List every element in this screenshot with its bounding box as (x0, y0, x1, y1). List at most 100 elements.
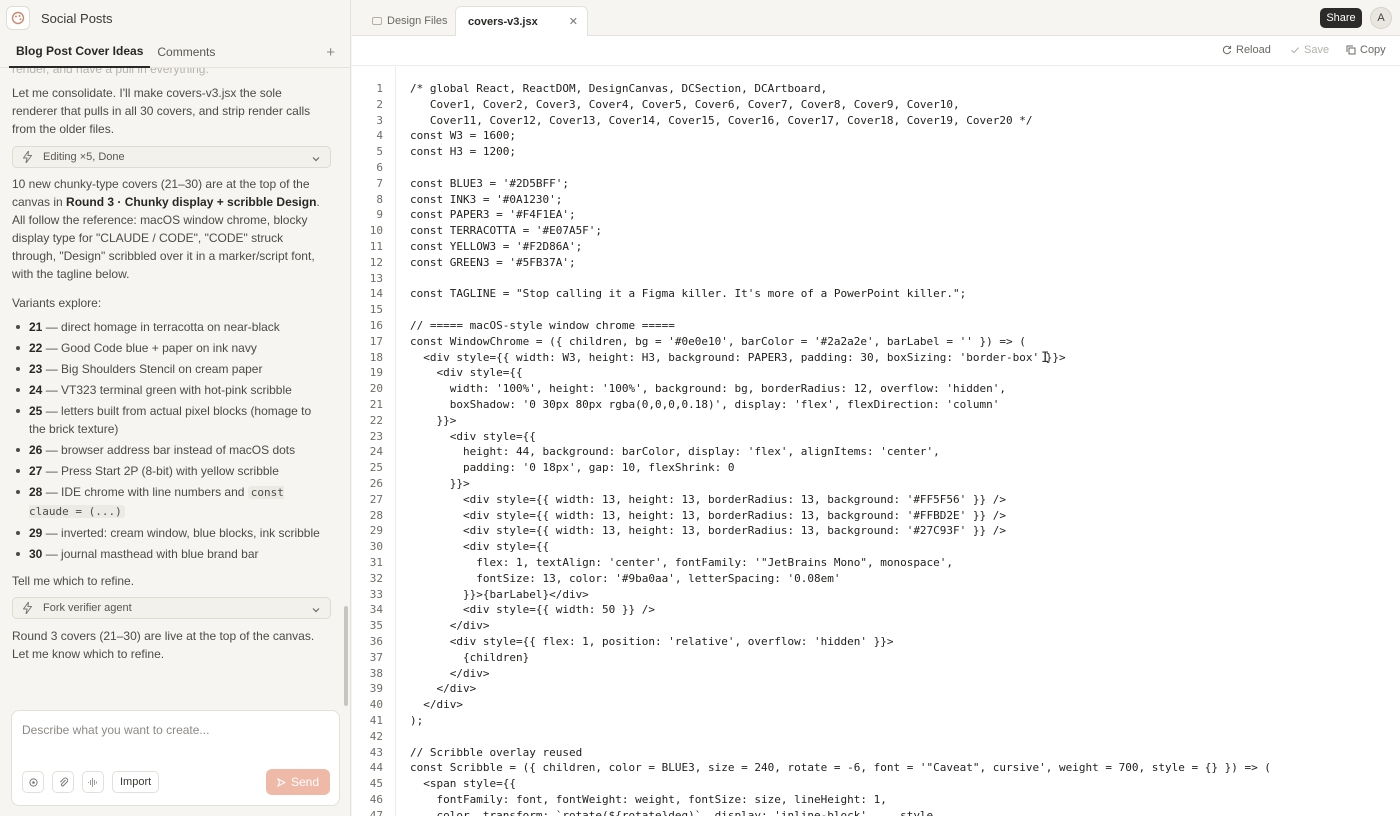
code-line[interactable]: </div> (410, 697, 1390, 713)
line-number: 45 (369, 777, 383, 791)
code-line[interactable]: boxShadow: '0 30px 80px rgba(0,0,0,0.18)… (410, 397, 1390, 413)
variant-number: 23 (29, 362, 43, 376)
list-item: 24 — VT323 terminal green with hot-pink … (12, 381, 330, 399)
code-line[interactable]: const PAPER3 = '#F4F1EA'; (410, 207, 1390, 223)
line-number: 24 (369, 445, 383, 459)
code-line[interactable]: flex: 1, textAlign: 'center', fontFamily… (410, 555, 1390, 571)
add-tab-icon[interactable]: + (326, 44, 335, 61)
variant-text: — VT323 terminal green with hot-pink scr… (42, 383, 292, 397)
line-number: 35 (369, 619, 383, 633)
code-line[interactable]: fontSize: 13, color: '#9ba0aa', letterSp… (410, 571, 1390, 587)
folder-icon (372, 17, 382, 25)
import-button[interactable]: Import (112, 771, 160, 793)
code-line[interactable]: }}>{barLabel}</div> (410, 587, 1390, 603)
code-line[interactable]: padding: '0 18px', gap: 10, flexShrink: … (410, 460, 1390, 476)
send-icon (277, 777, 286, 787)
copy-label: Copy (1360, 44, 1386, 56)
app-title: Social Posts (41, 10, 113, 26)
code-line[interactable]: <div style={{ width: 13, height: 13, bor… (410, 508, 1390, 524)
close-icon[interactable]: ✕ (569, 15, 578, 28)
tool-call-editing[interactable]: Editing ×5, Done (12, 146, 331, 168)
code-line[interactable]: ); (410, 713, 1390, 729)
code-line[interactable]: </div> (410, 681, 1390, 697)
line-number: 2 (376, 97, 383, 111)
line-number: 34 (369, 603, 383, 617)
lightning-icon (23, 602, 35, 614)
tab-design-files[interactable]: Design Files (372, 6, 448, 36)
code-line[interactable]: </div> (410, 666, 1390, 682)
variant-text: — Press Start 2P (8-bit) with yellow scr… (42, 464, 279, 478)
paperclip-icon[interactable] (52, 771, 74, 793)
code-line[interactable]: const BLUE3 = '#2D5BFF'; (410, 176, 1390, 192)
tab-blog-post-cover-ideas[interactable]: Blog Post Cover Ideas (9, 36, 151, 68)
prompt-input[interactable]: Describe what you want to create... (22, 723, 209, 737)
line-number: 10 (369, 224, 383, 238)
file-tab-bar: Design Files covers-v3.jsx ✕ Share A (352, 0, 1400, 36)
line-number: 8 (376, 192, 383, 206)
code-line[interactable]: const H3 = 1200; (410, 144, 1390, 160)
code-line[interactable]: Cover11, Cover12, Cover13, Cover14, Cove… (410, 113, 1390, 129)
list-item: 23 — Big Shoulders Stencil on cream pape… (12, 360, 330, 378)
line-number: 22 (369, 413, 383, 427)
waveform-icon[interactable] (82, 771, 104, 793)
send-button[interactable]: Send (266, 769, 330, 795)
code-line[interactable]: <div style={{ width: 50 }} /> (410, 602, 1390, 618)
copy-button[interactable]: Copy (1346, 44, 1386, 56)
code-line[interactable]: {children} (410, 650, 1390, 666)
line-number: 21 (369, 398, 383, 411)
code-line[interactable]: const Scribble = ({ children, color = BL… (410, 760, 1390, 776)
variant-number: 25 (29, 404, 43, 418)
code-line[interactable]: const YELLOW3 = '#F2D86A'; (410, 239, 1390, 255)
code-line[interactable]: color, transform: `rotate(${rotate}deg)`… (410, 808, 1390, 816)
code-line[interactable]: /* global React, ReactDOM, DesignCanvas,… (410, 81, 1390, 97)
code-line[interactable]: </div> (410, 618, 1390, 634)
line-number: 27 (369, 492, 383, 506)
code-line[interactable]: fontFamily: font, fontWeight: weight, fo… (410, 792, 1390, 808)
chat-scrollbar[interactable] (344, 606, 348, 706)
reload-label: Reload (1236, 44, 1271, 56)
tab-comments[interactable]: Comments (150, 36, 222, 68)
code-line[interactable]: const TERRACOTTA = '#E07A5F'; (410, 223, 1390, 239)
code-editor[interactable]: 1 2 3 4 5 6 7 8 9 10 11 12 13 14 15 16 17 18 19 20 21 22 23 24 2… (352, 67, 1400, 816)
code-line[interactable]: <div style={{ width: W3, height: H3, bac… (410, 350, 1390, 366)
code-line[interactable]: // ===== macOS-style window chrome ===== (410, 318, 1390, 334)
code-line[interactable]: <span style={{ (410, 776, 1390, 792)
code-line[interactable]: Cover1, Cover2, Cover3, Cover4, Cover5, … (410, 97, 1390, 113)
code-line[interactable]: <div style={{ width: 13, height: 13, bor… (410, 492, 1390, 508)
settings-icon[interactable] (22, 771, 44, 793)
line-number-gutter: 1 2 3 4 5 6 7 8 9 10 11 12 13 14 15 16 17 18 19 20 21 22 23 24 2… (352, 67, 396, 816)
code-line[interactable]: <div style={{ (410, 429, 1390, 445)
code-line[interactable]: }}> (410, 413, 1390, 429)
list-item: 28 — IDE chrome with line numbers and co… (12, 483, 330, 521)
avatar[interactable]: A (1370, 7, 1392, 29)
code-line[interactable]: width: '100%', height: '100%', backgroun… (410, 381, 1390, 397)
line-number: 44 (369, 761, 383, 775)
code-line[interactable]: <div style={{ (410, 539, 1390, 555)
variant-number: 22 (29, 341, 43, 355)
code-line[interactable]: const WindowChrome = ({ children, bg = '… (410, 334, 1390, 350)
share-button[interactable]: Share (1320, 8, 1362, 28)
variant-text: — Good Code blue + paper on ink navy (42, 341, 257, 355)
code-line[interactable]: }}> (410, 476, 1390, 492)
line-number: 17 (369, 334, 383, 348)
palette-icon[interactable] (6, 6, 30, 30)
code-area[interactable]: /* global React, ReactDOM, DesignCanvas,… (410, 67, 1390, 816)
code-line[interactable]: <div style={{ width: 13, height: 13, bor… (410, 523, 1390, 539)
code-line[interactable]: const TAGLINE = "Stop calling it a Figma… (410, 286, 1390, 302)
list-item: 25 — letters built from actual pixel blo… (12, 402, 330, 438)
code-line[interactable]: const INK3 = '#0A1230'; (410, 192, 1390, 208)
save-label: Save (1304, 44, 1330, 56)
tab-covers-v3[interactable]: covers-v3.jsx ✕ (455, 6, 588, 36)
reload-icon (1222, 45, 1232, 55)
code-line[interactable]: height: 44, background: barColor, displa… (410, 444, 1390, 460)
reload-button[interactable]: Reload (1222, 44, 1271, 56)
tool-call-fork-verifier[interactable]: Fork verifier agent (12, 597, 331, 619)
code-line[interactable]: const W3 = 1600; (410, 128, 1390, 144)
assistant-message: Round 3 covers (21–30) are live at the t… (12, 629, 315, 661)
code-line[interactable]: <div style={{ flex: 1, position: 'relati… (410, 634, 1390, 650)
code-line[interactable]: <div style={{ (410, 365, 1390, 381)
code-line[interactable]: const GREEN3 = '#5FB37A'; (410, 255, 1390, 271)
variant-number: 24 (29, 383, 43, 397)
save-button[interactable]: Save (1290, 44, 1329, 56)
code-line[interactable]: // Scribble overlay reused (410, 745, 1390, 761)
